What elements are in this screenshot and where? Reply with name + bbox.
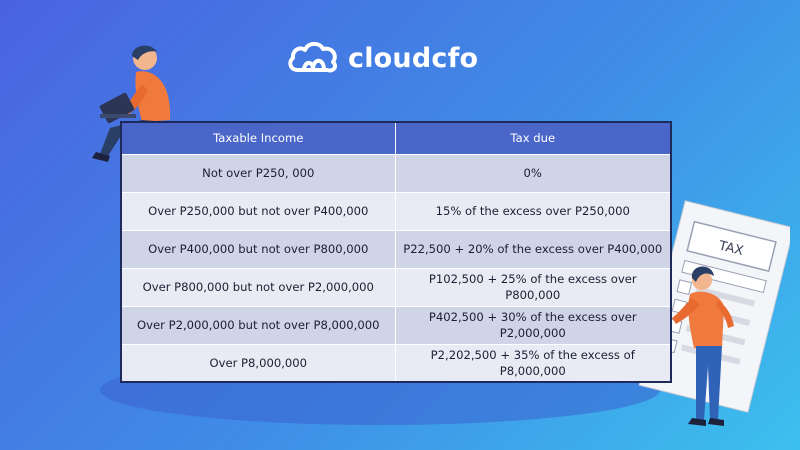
header-tax-due: Tax due (394, 121, 672, 155)
brand-logo: cloudcfo (286, 38, 478, 78)
taxable-income-cell: Over P400,000 but not over P800,000 (120, 229, 396, 269)
taxable-income-cell: Over P250,000 but not over P400,000 (120, 191, 396, 231)
cloud-logo-icon (288, 41, 338, 73)
table-row: Over P8,000,000 P2,202,500 + 35% of the … (120, 343, 672, 383)
taxable-income-cell: Over P800,000 but not over P2,000,000 (120, 267, 396, 307)
table-row: Over P400,000 but not over P800,000 P22,… (120, 229, 672, 269)
tax-due-cell: P22,500 + 20% of the excess over P400,00… (394, 229, 672, 269)
tax-rate-table: Taxable Income Tax due Not over P250, 00… (120, 121, 672, 383)
tax-due-cell: P102,500 + 25% of the excess over P800,0… (394, 267, 672, 307)
taxable-income-cell: Over P8,000,000 (120, 343, 396, 383)
tax-due-cell: P402,500 + 30% of the excess over P2,000… (394, 305, 672, 345)
header-taxable-income: Taxable Income (120, 121, 396, 155)
brand-name: cloudcfo (348, 42, 479, 74)
taxable-income-cell: Not over P250, 000 (120, 153, 396, 193)
tax-due-cell: 15% of the excess over P250,000 (394, 191, 672, 231)
tax-due-cell: P2,202,500 + 35% of the excess of P8,000… (394, 343, 672, 383)
table-row: Not over P250, 000 0% (120, 153, 672, 193)
table-row: Over P800,000 but not over P2,000,000 P1… (120, 267, 672, 307)
table-row: Over P2,000,000 but not over P8,000,000 … (120, 305, 672, 345)
table-header-row: Taxable Income Tax due (120, 121, 672, 155)
taxable-income-cell: Over P2,000,000 but not over P8,000,000 (120, 305, 396, 345)
tax-due-cell: 0% (394, 153, 672, 193)
table-row: Over P250,000 but not over P400,000 15% … (120, 191, 672, 231)
